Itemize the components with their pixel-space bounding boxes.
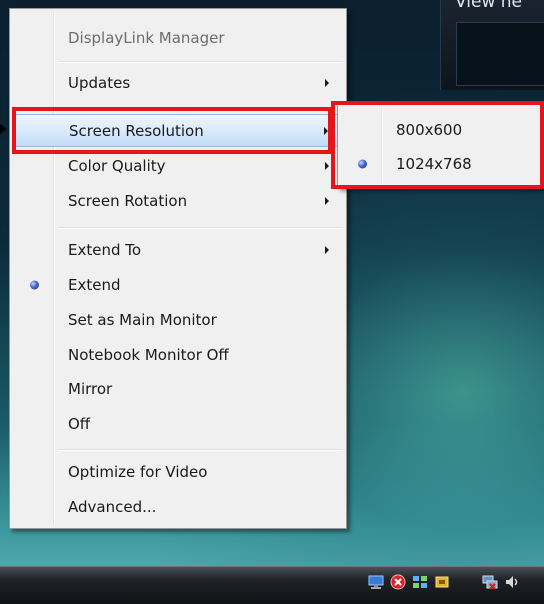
submenu-arrow-icon — [325, 196, 329, 205]
menu-item-advanced[interactable]: Advanced... — [13, 490, 343, 523]
menu-item-optimize-for-video[interactable]: Optimize for Video — [13, 455, 343, 488]
resolution-option-label: 1024x768 — [396, 154, 472, 173]
menu-item-label: Advanced... — [68, 497, 157, 516]
menu-item-notebook-monitor-off[interactable]: Notebook Monitor Off — [13, 338, 343, 371]
submenu-arrow-icon — [325, 245, 329, 254]
monitor-icon[interactable] — [366, 572, 386, 592]
menu-item-label: Extend To — [68, 240, 142, 259]
menu-item-label: Updates — [68, 73, 131, 92]
menu-item-label: Mirror — [68, 379, 113, 398]
menu-item-extend-to[interactable]: Extend To — [13, 233, 343, 266]
menu-item-label: Screen Rotation — [68, 191, 188, 210]
menu-item-label: Optimize for Video — [68, 462, 208, 481]
menu-item-extend[interactable]: Extend — [13, 268, 343, 301]
radio-selected-icon — [30, 280, 39, 289]
menu-separator — [58, 449, 343, 451]
menu-item-color-quality[interactable]: Color Quality — [13, 149, 343, 182]
menu-header-label: DisplayLink Manager — [68, 28, 225, 47]
resolution-option-800x600[interactable]: 800x600 — [341, 113, 544, 146]
display-link-icon[interactable] — [410, 572, 430, 592]
screen-resolution-submenu: 800x600 1024x768 — [337, 104, 544, 188]
radio-selected-icon — [358, 159, 367, 168]
menu-header: DisplayLink Manager — [13, 21, 343, 54]
submenu-arrow-icon — [325, 78, 329, 87]
menu-item-label: Off — [68, 414, 91, 433]
menu-item-off[interactable]: Off — [13, 407, 343, 440]
displaylink-context-menu: DisplayLink Manager Updates Screen Resol… — [9, 8, 347, 529]
submenu-arrow-icon — [324, 126, 328, 135]
menu-item-updates[interactable]: Updates — [13, 66, 343, 99]
resolution-option-1024x768[interactable]: 1024x768 — [341, 147, 544, 180]
menu-item-screen-rotation[interactable]: Screen Rotation — [13, 184, 343, 217]
security-icon[interactable] — [432, 572, 452, 592]
menu-item-label: Extend — [68, 275, 121, 294]
annotation-pointer-icon — [0, 124, 7, 134]
resolution-option-label: 800x600 — [396, 120, 463, 139]
taskbar — [0, 566, 544, 604]
menu-item-mirror[interactable]: Mirror — [13, 372, 343, 405]
background-window-title: View ne — [455, 0, 522, 12]
background-window-content — [456, 22, 544, 86]
menu-item-label: Set as Main Monitor — [68, 310, 217, 329]
network-icon[interactable] — [480, 572, 500, 592]
error-shield-icon[interactable] — [388, 572, 408, 592]
menu-item-label: Screen Resolution — [69, 121, 204, 140]
volume-icon[interactable] — [502, 572, 522, 592]
menu-item-set-as-main-monitor[interactable]: Set as Main Monitor — [13, 303, 343, 336]
menu-item-label: Color Quality — [68, 156, 166, 175]
submenu-arrow-icon — [325, 161, 329, 170]
menu-separator — [58, 227, 343, 229]
menu-item-label: Notebook Monitor Off — [68, 345, 229, 364]
menu-separator — [58, 61, 343, 63]
menu-item-screen-resolution[interactable]: Screen Resolution — [13, 114, 343, 147]
